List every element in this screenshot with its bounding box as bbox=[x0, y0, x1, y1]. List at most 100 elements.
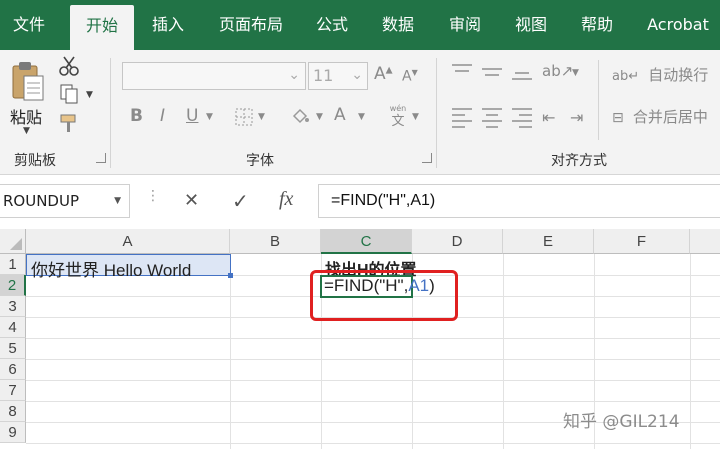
insert-function-button[interactable]: fx bbox=[279, 188, 293, 211]
fill-color-icon[interactable] bbox=[290, 106, 310, 126]
align-left-icon[interactable] bbox=[452, 108, 472, 128]
decrease-indent-icon[interactable]: ⇤ bbox=[542, 108, 555, 127]
bold-button[interactable]: B bbox=[130, 106, 143, 126]
clipboard-launcher-icon[interactable] bbox=[96, 153, 106, 163]
font-group-label: 字体 bbox=[246, 153, 274, 169]
orientation-icon[interactable]: ab↗ bbox=[542, 62, 573, 80]
ribbon-separator bbox=[436, 58, 437, 168]
tab-page-layout[interactable]: 页面布局 bbox=[206, 0, 296, 50]
formula-bar-grip-icon[interactable]: ⋮ bbox=[146, 189, 160, 203]
excel-window: 文件 开始 插入 页面布局 公式 数据 审阅 视图 帮助 Acrobat 粘贴 … bbox=[0, 0, 720, 449]
font-name-dropdown[interactable]: ⌄ bbox=[122, 62, 306, 90]
merge-center-button[interactable]: ⊟ 合并后居中 bbox=[612, 106, 708, 128]
row-header-1[interactable]: 1 bbox=[0, 254, 26, 275]
row-header-3[interactable]: 3 bbox=[0, 296, 26, 317]
chevron-down-icon[interactable]: ▼ bbox=[206, 112, 213, 122]
copy-icon[interactable] bbox=[58, 83, 80, 105]
format-painter-icon[interactable] bbox=[58, 112, 80, 134]
chevron-down-icon[interactable]: ▼ bbox=[572, 68, 579, 78]
align-middle-icon[interactable] bbox=[482, 64, 502, 80]
tab-insert[interactable]: 插入 bbox=[138, 0, 198, 50]
select-all-corner[interactable] bbox=[0, 229, 26, 254]
ribbon-tab-bar: 文件 开始 插入 页面布局 公式 数据 审阅 视图 帮助 Acrobat bbox=[0, 0, 720, 50]
merge-center-label: 合并后居中 bbox=[632, 108, 708, 126]
shrink-font-label: A bbox=[402, 68, 412, 85]
grow-font-button[interactable]: A▲ bbox=[374, 64, 393, 84]
row-header-7[interactable]: 7 bbox=[0, 380, 26, 401]
column-header-b[interactable]: B bbox=[230, 229, 321, 254]
font-color-label: A bbox=[334, 105, 346, 125]
align-bottom-icon[interactable] bbox=[512, 64, 532, 80]
tab-data[interactable]: 数据 bbox=[368, 0, 428, 50]
ribbon: 粘贴 ▼ ▼ 剪贴板 ⌄ 11 ⌄ A▲ A▼ B I U ▼ ▼ ▼ A ▼ … bbox=[0, 50, 720, 175]
row-header-2[interactable]: 2 bbox=[0, 275, 26, 296]
shrink-font-button[interactable]: A▼ bbox=[402, 68, 418, 85]
border-icon[interactable] bbox=[234, 107, 254, 127]
tab-view[interactable]: 视图 bbox=[502, 0, 560, 50]
enter-button[interactable]: ✓ bbox=[232, 189, 249, 213]
phonetic-guide-button[interactable]: wén 文 bbox=[386, 104, 410, 130]
gridline bbox=[26, 338, 720, 339]
merge-center-icon: ⊟ bbox=[612, 110, 624, 126]
row-header-6[interactable]: 6 bbox=[0, 359, 26, 380]
align-right-icon[interactable] bbox=[512, 108, 532, 128]
align-center-icon[interactable] bbox=[482, 108, 502, 128]
alignment-group-label: 对齐方式 bbox=[551, 153, 607, 169]
ribbon-separator bbox=[110, 58, 111, 168]
italic-button[interactable]: I bbox=[160, 106, 165, 126]
column-header-f[interactable]: F bbox=[594, 229, 690, 254]
wrap-text-icon: ab↵ bbox=[612, 69, 640, 84]
chevron-down-icon: ⌄ bbox=[288, 67, 300, 83]
formula-bar: ROUNDUP ▼ ⋮ ✕ ✓ fx =FIND("H",A1) bbox=[0, 175, 720, 227]
gridline bbox=[690, 254, 691, 449]
font-size-value: 11 bbox=[313, 66, 334, 85]
cell-a1[interactable]: 你好世界 Hello World bbox=[31, 256, 191, 281]
chevron-down-icon[interactable]: ▼ bbox=[316, 112, 323, 122]
chevron-down-icon[interactable]: ▼ bbox=[412, 112, 419, 122]
tab-home[interactable]: 开始 bbox=[70, 5, 134, 50]
formula-input[interactable]: =FIND("H",A1) bbox=[318, 184, 720, 218]
wrap-text-button[interactable]: ab↵ 自动换行 bbox=[612, 64, 708, 86]
chevron-down-icon[interactable]: ▼ bbox=[86, 90, 93, 100]
chevron-down-icon[interactable]: ▼ bbox=[358, 112, 365, 122]
tab-acrobat[interactable]: Acrobat bbox=[636, 0, 720, 50]
column-header-g[interactable] bbox=[690, 229, 720, 254]
chevron-down-icon: ▼ bbox=[23, 126, 30, 136]
tab-review[interactable]: 审阅 bbox=[436, 0, 494, 50]
name-box[interactable]: ROUNDUP ▼ bbox=[0, 184, 130, 218]
name-box-value: ROUNDUP bbox=[3, 192, 80, 210]
gridline bbox=[230, 254, 231, 449]
cut-icon[interactable] bbox=[58, 55, 80, 77]
row-header-9[interactable]: 9 bbox=[0, 422, 26, 443]
column-header-c[interactable]: C bbox=[321, 229, 412, 254]
clipboard-icon bbox=[12, 62, 44, 101]
row-header-5[interactable]: 5 bbox=[0, 338, 26, 359]
gridline bbox=[26, 443, 720, 444]
paste-label: 粘贴 bbox=[10, 108, 43, 127]
font-color-button[interactable]: A bbox=[334, 105, 346, 125]
tab-formulas[interactable]: 公式 bbox=[304, 0, 360, 50]
wrap-text-label: 自动换行 bbox=[648, 66, 709, 84]
row-header-4[interactable]: 4 bbox=[0, 317, 26, 338]
font-launcher-icon[interactable] bbox=[422, 153, 432, 163]
gridline bbox=[26, 401, 720, 402]
column-header-e[interactable]: E bbox=[503, 229, 594, 254]
gridline bbox=[503, 254, 504, 449]
underline-button[interactable]: U bbox=[186, 106, 198, 126]
watermark: 知乎 @GIL214 bbox=[563, 412, 680, 432]
align-top-icon[interactable] bbox=[452, 64, 472, 80]
paste-button[interactable]: 粘贴 ▼ bbox=[6, 56, 50, 136]
cancel-button[interactable]: ✕ bbox=[184, 190, 199, 211]
grow-font-label: A bbox=[374, 64, 386, 84]
tab-file[interactable]: 文件 bbox=[0, 0, 58, 50]
chevron-down-icon[interactable]: ▼ bbox=[258, 112, 265, 122]
annotation-highlight-box bbox=[310, 270, 458, 321]
tab-help[interactable]: 帮助 bbox=[568, 0, 626, 50]
column-header-a[interactable]: A bbox=[26, 229, 230, 254]
chevron-down-icon: ▼ bbox=[114, 196, 121, 206]
increase-indent-icon[interactable]: ⇥ bbox=[570, 108, 583, 127]
row-header-8[interactable]: 8 bbox=[0, 401, 26, 422]
gridline bbox=[26, 359, 720, 360]
font-size-dropdown[interactable]: 11 ⌄ bbox=[308, 62, 368, 90]
column-header-d[interactable]: D bbox=[412, 229, 503, 254]
